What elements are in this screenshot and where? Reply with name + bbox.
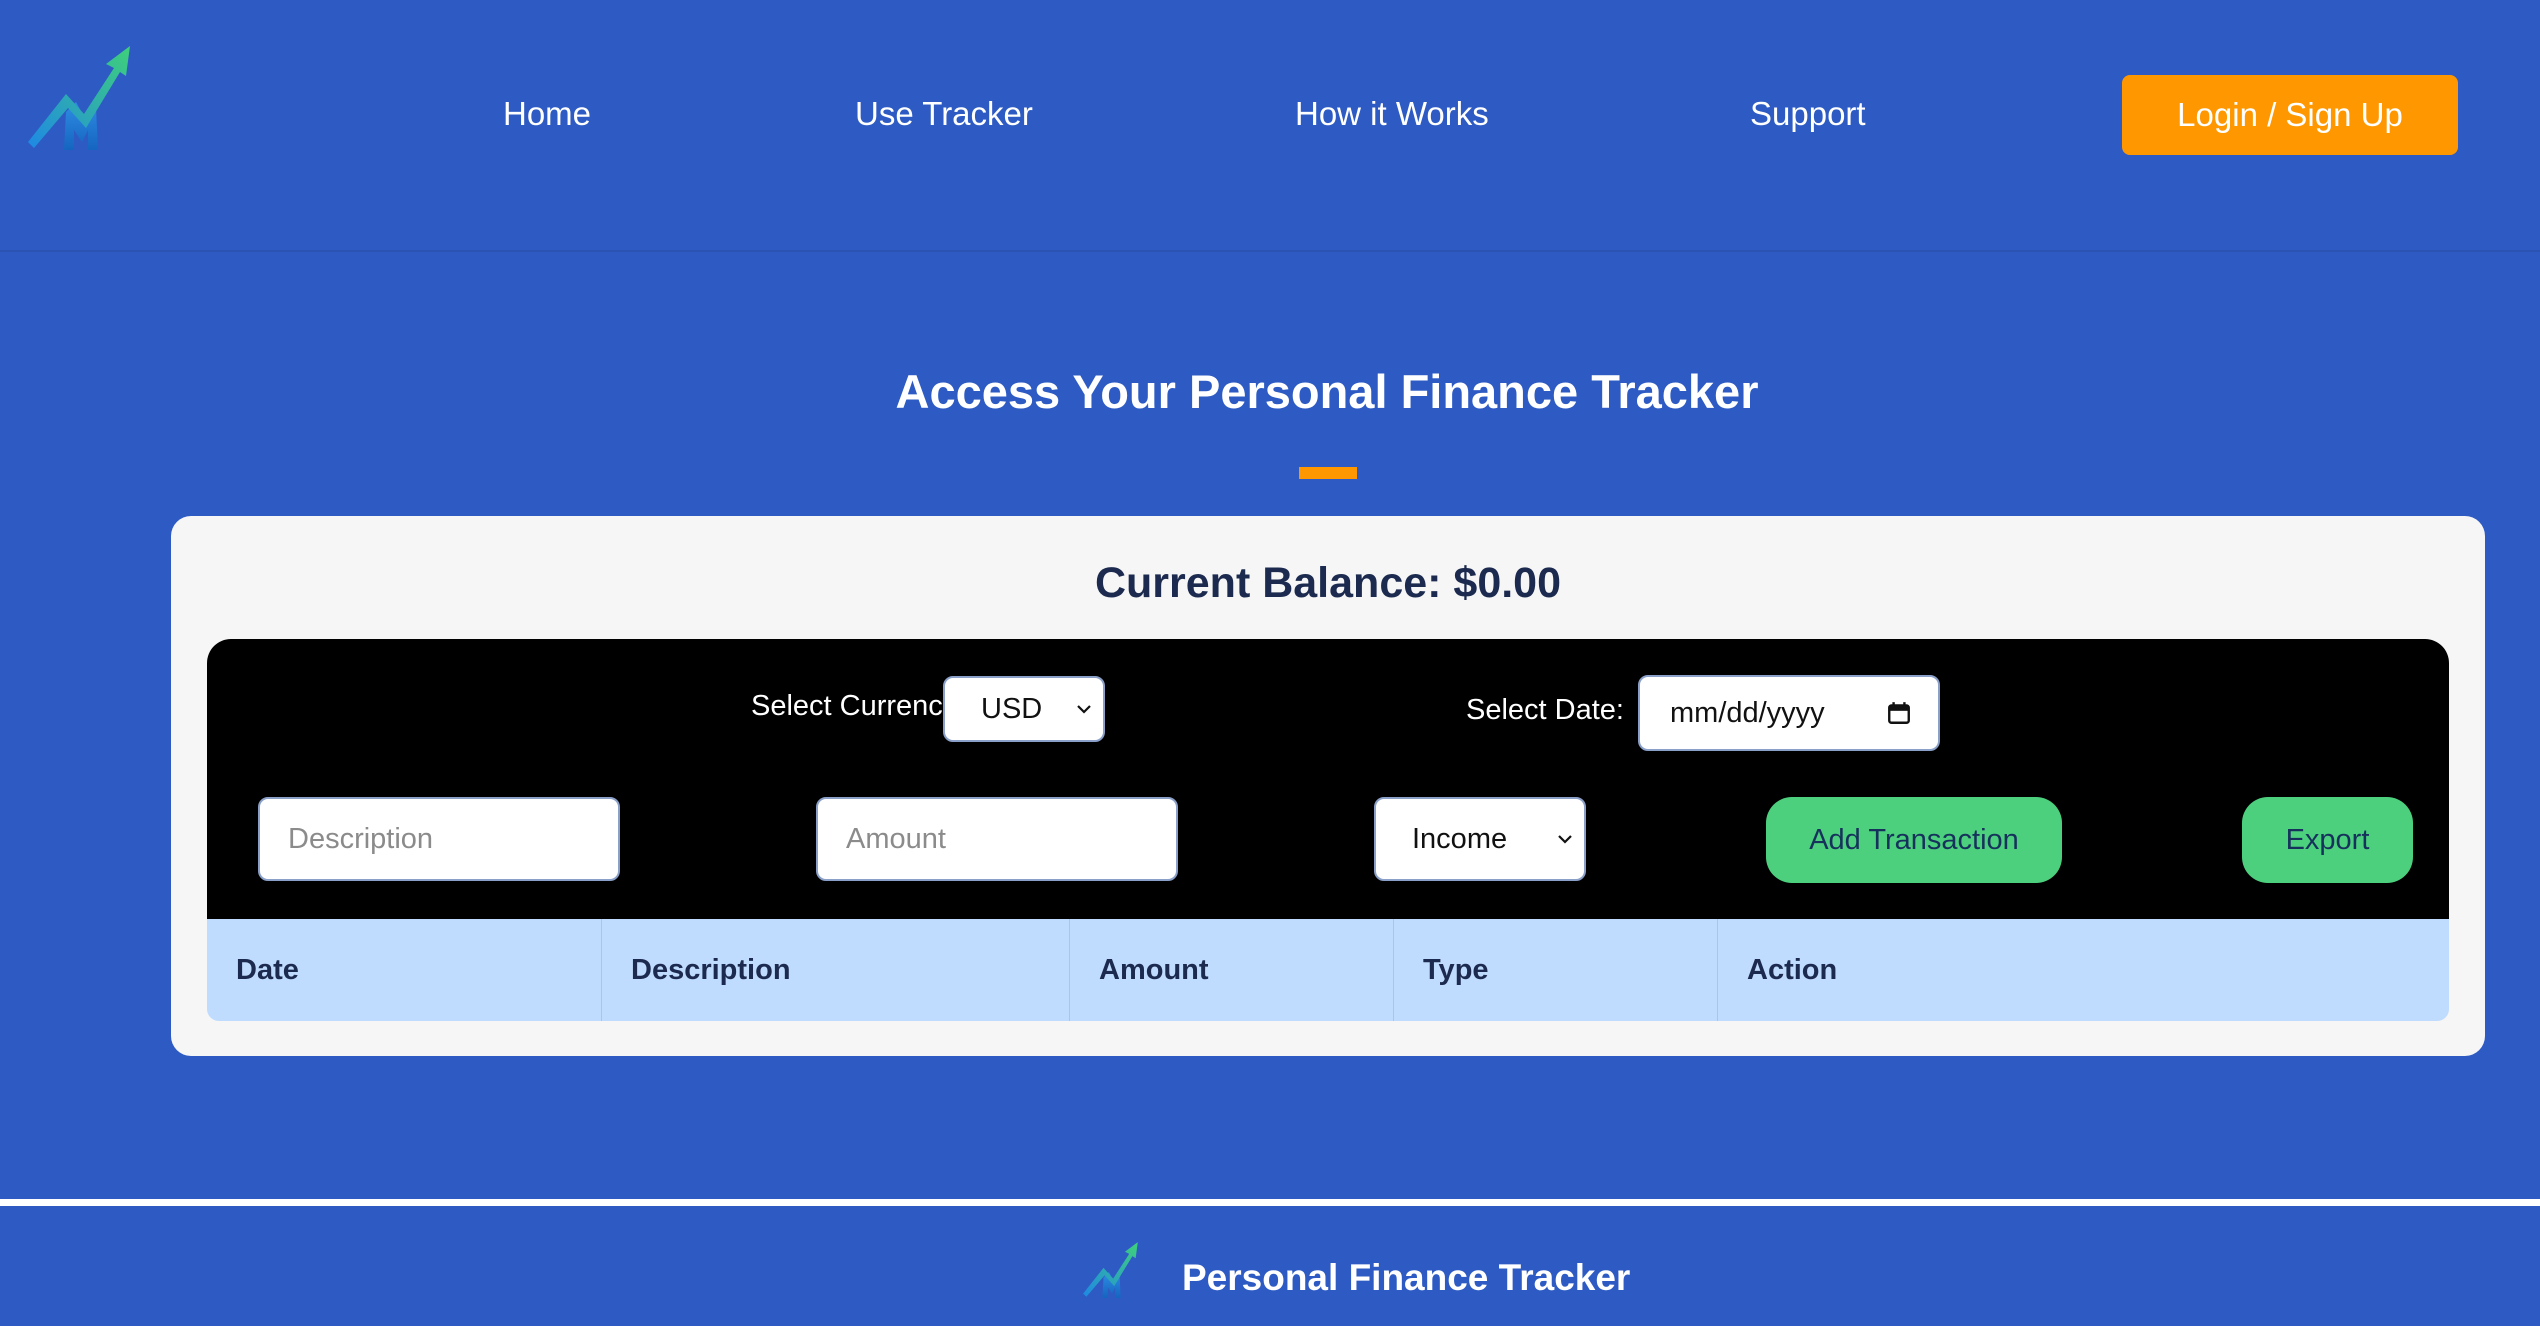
type-select-value: Income xyxy=(1412,822,1508,855)
finance-logo-icon[interactable] xyxy=(26,42,134,154)
export-button[interactable]: Export xyxy=(2242,797,2413,883)
chevron-down-icon xyxy=(1558,835,1572,844)
tracker-card: Current Balance: $0.00 Select Currency: … xyxy=(171,516,2485,1056)
column-header-description[interactable]: Description xyxy=(602,919,1070,1021)
chevron-down-icon xyxy=(1077,705,1091,714)
currency-select[interactable]: USD xyxy=(943,676,1105,742)
type-select[interactable]: Income xyxy=(1374,797,1586,881)
amount-input[interactable] xyxy=(816,797,1178,881)
column-header-date[interactable]: Date xyxy=(207,919,602,1021)
current-balance: Current Balance: $0.00 xyxy=(1094,559,1562,607)
currency-label: Select Currency: xyxy=(751,690,966,722)
description-input[interactable] xyxy=(258,797,620,881)
transactions-table-header: Date Description Amount Type Action xyxy=(207,919,2449,1021)
column-header-action[interactable]: Action xyxy=(1718,919,2449,1021)
nav-use-tracker-link[interactable]: Use Tracker xyxy=(855,94,1033,134)
title-underline-accent xyxy=(1299,467,1357,479)
calendar-icon[interactable] xyxy=(1886,700,1912,726)
column-header-type[interactable]: Type xyxy=(1394,919,1718,1021)
column-header-amount[interactable]: Amount xyxy=(1070,919,1394,1021)
date-input[interactable]: mm/dd/yyyy xyxy=(1638,675,1940,751)
add-transaction-button[interactable]: Add Transaction xyxy=(1766,797,2062,883)
currency-select-value: USD xyxy=(981,692,1043,725)
date-label: Select Date: xyxy=(1466,694,1624,726)
login-signup-button[interactable]: Login / Sign Up xyxy=(2122,75,2458,155)
finance-logo-icon xyxy=(1083,1242,1138,1298)
transaction-controls-panel: Select Currency: USD Select Date: mm/dd/… xyxy=(207,639,2449,919)
nav-how-it-works-link[interactable]: How it Works xyxy=(1295,94,1489,134)
date-input-value: mm/dd/yyyy xyxy=(1670,696,1825,729)
site-header: Home Use Tracker How it Works Support Lo… xyxy=(0,0,2540,252)
nav-home-link[interactable]: Home xyxy=(503,94,591,134)
footer-divider xyxy=(0,1199,2540,1206)
page-title: Access Your Personal Finance Tracker xyxy=(895,365,1759,418)
footer-title: Personal Finance Tracker xyxy=(1182,1257,1631,1298)
nav-support-link[interactable]: Support xyxy=(1750,94,1866,134)
